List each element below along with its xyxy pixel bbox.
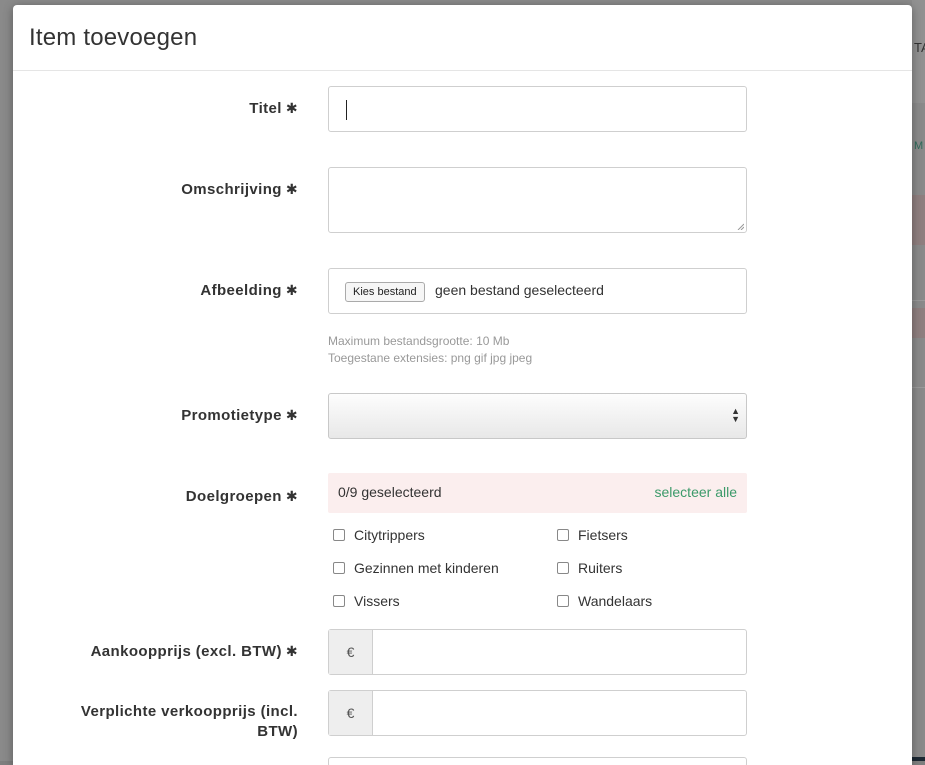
aankoopprijs-label: Aankoopprijs (excl. BTW) ✱ xyxy=(90,643,298,660)
promotietype-select[interactable]: ▲ ▼ xyxy=(328,393,747,439)
option-citytrippers[interactable]: Citytrippers xyxy=(333,527,425,543)
add-item-modal: Item toevoegen Titel ✱ Omschrijving ✱ Afbe… xyxy=(13,5,912,765)
verkoopprijs-field: € xyxy=(328,690,747,736)
aankoopprijs-input[interactable] xyxy=(373,630,746,674)
checkbox[interactable] xyxy=(557,562,569,574)
required-icon: ✱ xyxy=(285,407,298,423)
select-all-link[interactable]: selecteer alle xyxy=(655,484,738,500)
file-help-size: Maximum bestandsgrootte: 10 Mb xyxy=(328,334,510,348)
checkbox[interactable] xyxy=(333,595,345,607)
afbeelding-field: Kies bestand geen bestand geselecteerd M… xyxy=(328,268,747,367)
doelgroepen-label: Doelgroepen ✱ xyxy=(185,488,298,505)
option-ruiters[interactable]: Ruiters xyxy=(557,560,622,576)
background-divider xyxy=(912,387,925,388)
background-alert-block xyxy=(912,195,925,245)
selected-count: 0/9 geselecteerd xyxy=(338,484,442,500)
background-edge-link: M xyxy=(914,140,924,152)
option-wandelaars[interactable]: Wandelaars xyxy=(557,593,652,609)
required-icon: ✱ xyxy=(285,643,298,659)
option-gezinnen[interactable]: Gezinnen met kinderen xyxy=(333,560,499,576)
aankoopprijs-field: € xyxy=(328,629,747,675)
file-help-extensions: Toegestane extensies: png gif jpg jpeg xyxy=(328,351,533,365)
verkoopprijs-label: Verplichte verkoopprijs (incl. BTW) xyxy=(80,703,298,740)
euro-addon: € xyxy=(329,691,373,735)
modal-title: Item toevoegen xyxy=(29,23,198,51)
modal-header: Item toevoegen xyxy=(13,5,912,71)
required-icon: ✱ xyxy=(285,282,298,298)
checkbox[interactable] xyxy=(557,595,569,607)
next-field-partial[interactable] xyxy=(328,757,747,765)
promotietype-field: ▲ ▼ xyxy=(328,393,747,439)
background-edge-text: TA xyxy=(914,40,925,55)
omschrijving-field xyxy=(328,167,747,233)
omschrijving-textarea[interactable] xyxy=(328,167,747,233)
afbeelding-label: Afbeelding ✱ xyxy=(200,282,298,299)
checkbox[interactable] xyxy=(333,529,345,541)
checkbox[interactable] xyxy=(333,562,345,574)
doelgroepen-field: 0/9 geselecteerd selecteer alle xyxy=(328,473,747,513)
choose-file-button[interactable]: Kies bestand xyxy=(345,282,425,302)
background-alert-block xyxy=(912,308,925,338)
doelgroepen-summary: 0/9 geselecteerd selecteer alle xyxy=(328,473,747,513)
background-divider xyxy=(912,300,925,301)
select-arrows-icon: ▲ ▼ xyxy=(731,406,740,424)
titel-field xyxy=(328,86,747,132)
verkoopprijs-input-group: € xyxy=(328,690,747,736)
verkoopprijs-input[interactable] xyxy=(373,691,746,735)
promotietype-label: Promotietype ✱ xyxy=(181,407,298,424)
titel-label: Titel ✱ xyxy=(249,100,298,117)
resize-handle-icon[interactable] xyxy=(737,223,744,230)
option-fietsers[interactable]: Fietsers xyxy=(557,527,628,543)
omschrijving-label: Omschrijving ✱ xyxy=(181,181,298,198)
file-status: geen bestand geselecteerd xyxy=(435,282,604,298)
euro-addon: € xyxy=(329,630,373,674)
titel-input[interactable] xyxy=(328,86,747,132)
required-icon: ✱ xyxy=(285,181,298,197)
text-caret xyxy=(346,100,347,120)
file-input: Kies bestand geen bestand geselecteerd xyxy=(328,268,747,314)
aankoopprijs-input-group: € xyxy=(328,629,747,675)
required-icon: ✱ xyxy=(285,488,298,504)
option-vissers[interactable]: Vissers xyxy=(333,593,400,609)
required-icon: ✱ xyxy=(285,100,298,116)
checkbox[interactable] xyxy=(557,529,569,541)
